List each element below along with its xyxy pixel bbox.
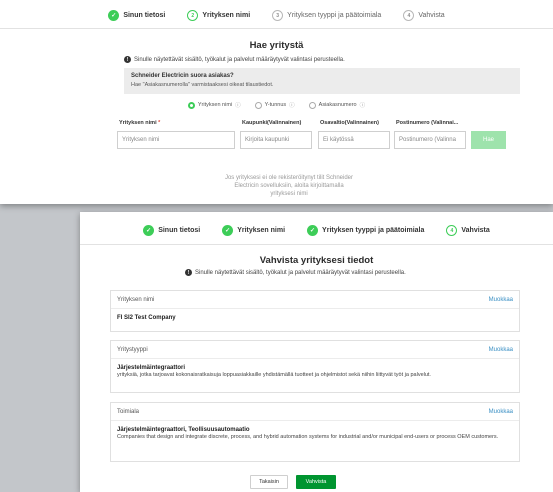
search-type-radio-group: Yrityksen nimi ⓘ Y-tunnus ⓘ Asiakasnumer… [0, 101, 553, 109]
progress-stepper: ✓ Sinun tietosi 2 Yrityksen nimi 3 Yrity… [0, 10, 553, 21]
card-divider [111, 308, 519, 309]
help-icon[interactable]: ⓘ [289, 101, 295, 109]
step-company-type[interactable]: 3 Yrityksen tyyppi ja päätoimiala [272, 10, 381, 21]
radio-label: Y-tunnus [264, 102, 287, 108]
search-company-panel: ✓ Sinun tietosi 2 Yrityksen nimi 3 Yrity… [0, 0, 553, 204]
info-text: Sinulle näytettävät sisältö, työkalut ja… [195, 269, 406, 276]
info-icon: ! [185, 269, 192, 276]
register-note: Jos yrityksesi ei ole rekisteröitynyt ti… [224, 175, 354, 197]
step-label: Vahvista [418, 12, 445, 19]
company-name-input[interactable]: Yrityksen nimi [117, 131, 235, 149]
step-label: Sinun tietosi [158, 227, 201, 234]
page-title: Hae yritystä [249, 40, 304, 51]
radio-label: Asiakasnumero [318, 102, 357, 108]
step-number-icon: 3 [272, 10, 284, 21]
radio-label: Yrityksen nimi [197, 102, 233, 108]
step-label: Vahvista [461, 227, 490, 234]
postal-code-label: Postinumero (Valinnai... [396, 120, 459, 126]
check-icon: ✓ [222, 225, 234, 236]
step-label: Sinun tietosi [123, 12, 166, 19]
step-label: Yrityksen nimi [237, 227, 286, 234]
postal-code-input[interactable]: Postinumero (Valinna [394, 131, 466, 149]
radio-customer-number[interactable]: Asiakasnumero ⓘ [308, 101, 366, 109]
company-name-card: Yrityksen nimi Muokkaa FI SI2 Test Compa… [110, 290, 520, 332]
progress-stepper: ✓ Sinun tietosi ✓ Yrityksen nimi ✓ Yrity… [80, 225, 553, 236]
edit-link[interactable]: Muokkaa [489, 347, 513, 353]
check-icon: ✓ [307, 225, 319, 236]
page-title: Vahvista yrityksesi tiedot [259, 255, 374, 266]
customer-question: Schneider Electricin suora asiakas? [131, 73, 234, 79]
customer-hint: Hae "Asiakasnumerolla" varmistaaksesi oi… [131, 82, 274, 88]
step-company-name[interactable]: 2 Yrityksen nimi [187, 10, 250, 21]
state-label: Osavaltio(Valinnainen) [320, 120, 379, 126]
company-name-value: FI SI2 Test Company [117, 315, 176, 321]
radio-selected-icon [187, 101, 195, 109]
step-confirm[interactable]: 4 Vahvista [446, 225, 490, 236]
company-name-label: Yrityksen nimi * [119, 120, 160, 126]
step-confirm[interactable]: 4 Vahvista [403, 10, 445, 21]
divider [80, 244, 553, 245]
step-your-info[interactable]: ✓ Sinun tietosi [143, 225, 200, 236]
step-label: Yrityksen nimi [202, 12, 251, 19]
step-label: Yrityksen tyyppi ja päätoimiala [287, 12, 382, 19]
company-type-value: Järjestelmäintegraattori [117, 365, 186, 371]
company-type-card: Yritystyyppi Muokkaa Järjestelmäintegraa… [110, 340, 520, 393]
radio-unselected-icon [308, 101, 316, 109]
back-button[interactable]: Takaisin [250, 475, 288, 489]
help-icon[interactable]: ⓘ [360, 101, 366, 109]
search-button[interactable]: Hae [471, 131, 506, 149]
step-number-icon: 2 [187, 10, 199, 21]
radio-business-id[interactable]: Y-tunnus ⓘ [254, 101, 295, 109]
card-title: Toimiala [117, 409, 140, 415]
step-company-name[interactable]: ✓ Yrityksen nimi [222, 225, 285, 236]
info-note: ! Sinulle näytettävät sisältö, työkalut … [124, 56, 345, 63]
info-note: ! Sinulle näytettävät sisältö, työkalut … [185, 269, 406, 276]
industry-card: Toimiala Muokkaa Järjestelmäintegraattor… [110, 402, 520, 462]
radio-unselected-icon [254, 101, 262, 109]
radio-company-name[interactable]: Yrityksen nimi ⓘ [187, 101, 241, 109]
edit-link[interactable]: Muokkaa [489, 409, 513, 415]
help-icon[interactable]: ⓘ [235, 101, 241, 109]
info-text: Sinulle näytettävät sisältö, työkalut ja… [134, 56, 345, 63]
divider [0, 28, 553, 29]
card-title: Yrityksen nimi [117, 297, 155, 303]
step-company-type[interactable]: ✓ Yrityksen tyyppi ja päätoimiala [307, 225, 424, 236]
confirm-details-panel: ✓ Sinun tietosi ✓ Yrityksen nimi ✓ Yrity… [80, 212, 553, 492]
card-title: Yritystyyppi [117, 347, 148, 353]
company-type-description: yrityksiä, jotka tarjoavat kokonaisratka… [117, 372, 431, 378]
required-mark: * [158, 120, 161, 126]
direct-customer-box: Schneider Electricin suora asiakas? Hae … [124, 68, 520, 94]
card-divider [111, 420, 519, 421]
city-label: Kaupunki(Valinnainen) [242, 120, 302, 126]
card-divider [111, 358, 519, 359]
step-label: Yrityksen tyyppi ja päätoimiala [322, 227, 425, 234]
industry-value: Järjestelmäintegraattori, Teollisuusauto… [117, 427, 250, 433]
field-label-text: Yrityksen nimi [119, 120, 157, 126]
edit-link[interactable]: Muokkaa [489, 297, 513, 303]
step-your-info[interactable]: ✓ Sinun tietosi [108, 10, 165, 21]
confirm-button[interactable]: Vahvista [296, 475, 336, 489]
city-input[interactable]: Kirjoita kaupunki [240, 131, 312, 149]
step-number-icon: 4 [403, 10, 415, 21]
step-number-icon: 4 [446, 225, 458, 236]
check-icon: ✓ [143, 225, 155, 236]
check-icon: ✓ [108, 10, 120, 21]
state-input[interactable]: Ei käytössä [318, 131, 390, 149]
info-icon: ! [124, 56, 131, 63]
industry-description: Companies that design and integrate disc… [117, 434, 499, 440]
